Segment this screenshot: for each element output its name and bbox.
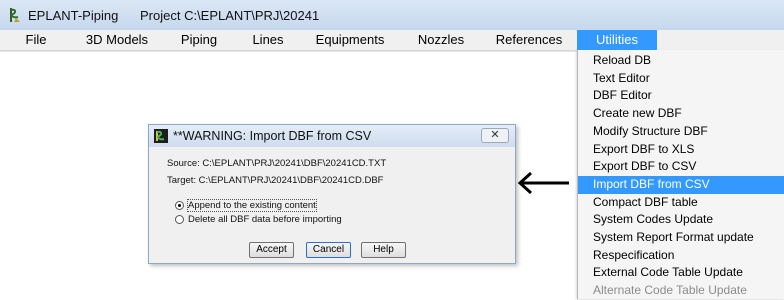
radio-button[interactable]	[175, 215, 184, 224]
help-button[interactable]: Help	[361, 242, 406, 258]
radio-delete-all-label[interactable]: Delete all DBF data before importing	[188, 214, 342, 225]
menuitem-respecification[interactable]: Respecification	[578, 247, 784, 265]
menuitem-export-dbf-csv[interactable]: Export DBF to CSV	[578, 158, 784, 176]
utilities-dropdown: Reload DB Text Editor DBF Editor Create …	[577, 50, 784, 299]
menuitem-external-code-table-update[interactable]: External Code Table Update	[578, 264, 784, 282]
menuitem-system-codes-update[interactable]: System Codes Update	[578, 211, 784, 229]
close-icon[interactable]: ✕	[481, 128, 509, 143]
menuitem-compact-dbf-table[interactable]: Compact DBF table	[578, 194, 784, 212]
eplant-logo-icon	[10, 8, 20, 22]
source-path-label: Source: C:\EPLANT\PRJ\20241\DBF\20241CD.…	[167, 158, 387, 169]
menu-bar: File 3D Models Piping Lines Equipments N…	[0, 30, 784, 51]
menuitem-create-new-dbf[interactable]: Create new DBF	[578, 105, 784, 123]
dialog-titlebar[interactable]: **WARNING: Import DBF from CSV ✕	[149, 125, 515, 147]
menuitem-modify-structure-dbf[interactable]: Modify Structure DBF	[578, 123, 784, 141]
menuitem-export-dbf-xls[interactable]: Export DBF to XLS	[578, 141, 784, 159]
target-path-label: Target: C:\EPLANT\PRJ\20241\DBF\20241CD.…	[167, 175, 384, 186]
accept-button[interactable]: Accept	[249, 242, 294, 258]
cancel-button[interactable]: Cancel	[306, 242, 351, 258]
menuitem-dbf-editor[interactable]: DBF Editor	[578, 87, 784, 105]
menuitem-system-report-format-update[interactable]: System Report Format update	[578, 229, 784, 247]
menu-utilities[interactable]: Utilities	[577, 30, 657, 50]
menuitem-alternate-code-table-update: Alternate Code Table Update	[593, 283, 747, 298]
annotation-arrow-icon	[517, 171, 569, 195]
menuitem-text-editor[interactable]: Text Editor	[578, 70, 784, 88]
menu-references[interactable]: References	[482, 30, 576, 50]
app-titlebar: EPLANT-Piping Project C:\EPLANT\PRJ\2024…	[0, 0, 784, 30]
menu-file[interactable]: File	[0, 30, 72, 50]
import-warning-dialog: **WARNING: Import DBF from CSV ✕ Source:…	[148, 124, 516, 264]
project-label: Project C:\EPLANT\PRJ\20241	[140, 8, 320, 23]
menu-3d-models[interactable]: 3D Models	[72, 30, 162, 50]
radio-append-label[interactable]: Append to the existing content	[187, 199, 317, 212]
eplant-logo-icon	[154, 129, 168, 143]
app-title: EPLANT-Piping	[28, 8, 119, 23]
radio-button[interactable]	[175, 201, 184, 210]
menuitem-import-dbf-csv[interactable]: Import DBF from CSV	[578, 175, 784, 194]
dialog-title: **WARNING: Import DBF from CSV	[173, 129, 372, 143]
menu-piping[interactable]: Piping	[162, 30, 236, 50]
menuitem-reload-db[interactable]: Reload DB	[578, 52, 784, 70]
menu-equipments[interactable]: Equipments	[300, 30, 400, 50]
menu-nozzles[interactable]: Nozzles	[400, 30, 482, 50]
menu-lines[interactable]: Lines	[236, 30, 300, 50]
